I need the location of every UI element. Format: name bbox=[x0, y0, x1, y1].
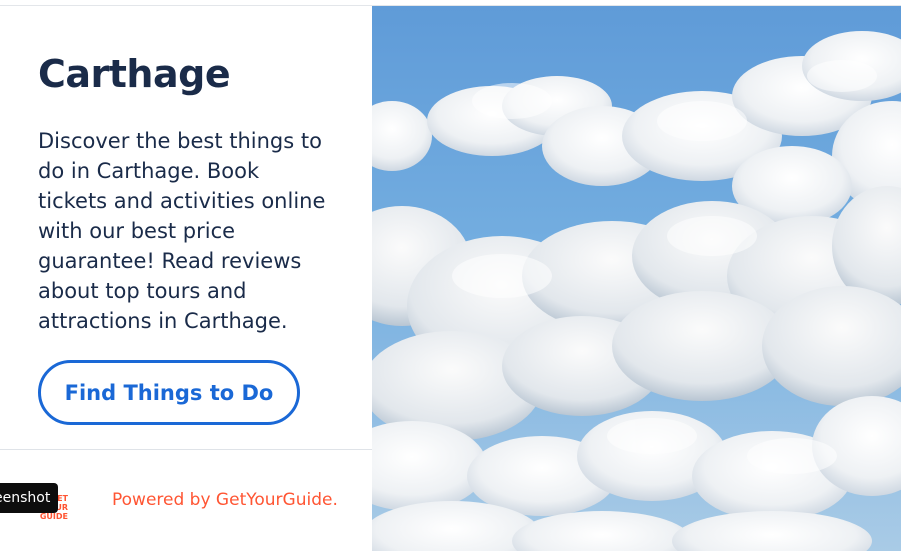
info-panel: Carthage Discover the best things to do … bbox=[0, 6, 372, 551]
widget-footer: GET YOUR GUIDE Powered by GetYourGuide. … bbox=[0, 450, 372, 551]
screenshot-tooltip: eenshot bbox=[0, 483, 59, 513]
powered-by-link[interactable]: Powered by GetYourGuide. bbox=[112, 490, 338, 510]
destination-widget: Carthage Discover the best things to do … bbox=[0, 5, 901, 551]
logo-line-3: GUIDE bbox=[39, 512, 68, 521]
cloud-sky-photo-icon bbox=[372, 31, 901, 551]
destination-description: Discover the best things to do in Cartha… bbox=[38, 129, 326, 333]
find-things-to-do-button[interactable]: Find Things to Do bbox=[38, 360, 300, 425]
hero-image bbox=[372, 6, 901, 551]
destination-title: Carthage bbox=[38, 52, 231, 96]
